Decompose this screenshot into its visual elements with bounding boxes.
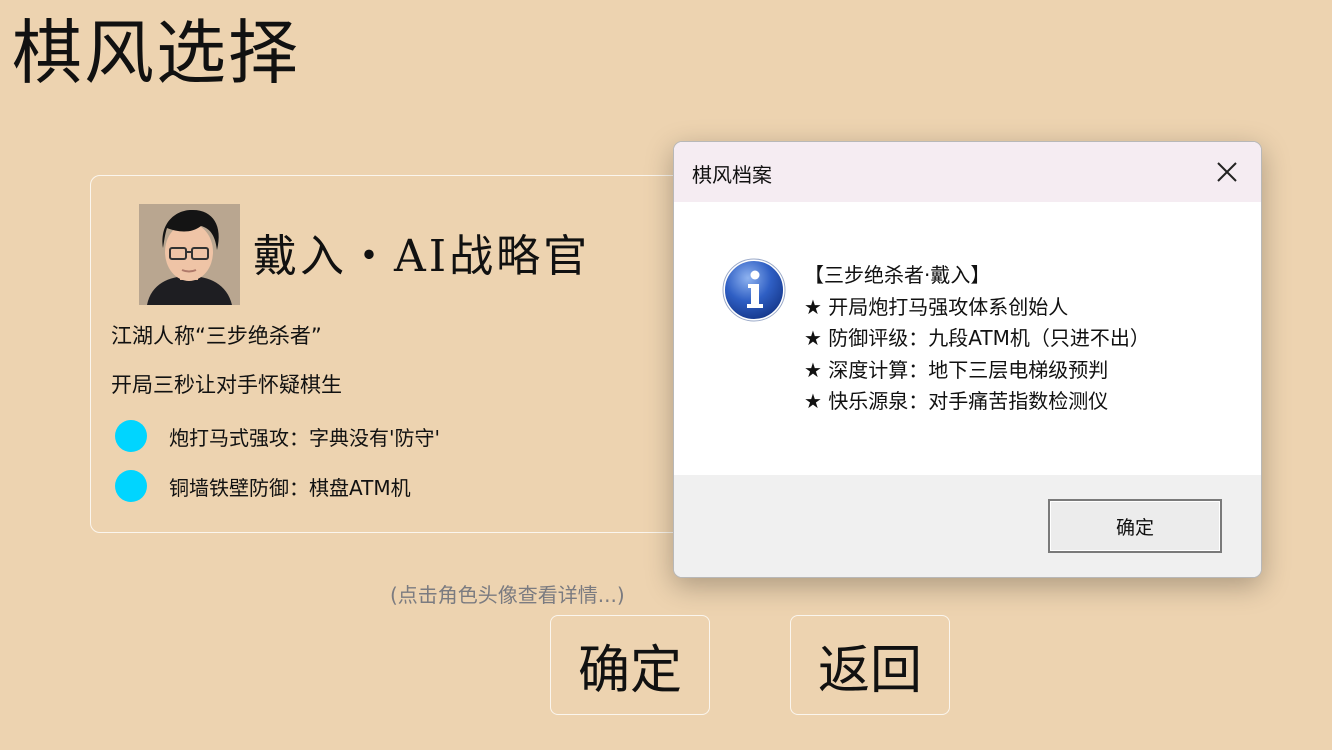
message-line: ★ 防御评级：九段ATM机（只进不出） (804, 326, 1150, 350)
trait-text: 炮打马式强攻：字典没有'防守' (169, 425, 440, 450)
bullet-dot-icon (115, 470, 147, 502)
message-line: ★ 开局炮打马强攻体系创始人 (804, 294, 1069, 319)
trait-item: 铜墙铁壁防御：棋盘ATM机 (115, 470, 411, 502)
bullet-dot-icon (115, 420, 147, 452)
avatar[interactable] (139, 204, 240, 305)
close-button[interactable] (1193, 142, 1261, 202)
message-line: 【三步绝杀者·戴入】 (804, 263, 991, 287)
close-icon (1217, 162, 1237, 182)
page-title: 棋风选择 (12, 12, 300, 94)
style-profile-dialog: 棋风档案 【三步绝杀者·戴入】 ★ 开局炮打马强攻体系创始人 ★ 防御评级：九段… (673, 141, 1262, 578)
message-line: ★ 快乐源泉：对手痛苦指数检测仪 (804, 389, 1109, 413)
character-name: 戴入・AI战略官 (253, 231, 591, 282)
dialog-title-bar: 棋风档案 (674, 142, 1261, 202)
dialog-ok-button[interactable]: 确定 (1048, 499, 1222, 553)
info-icon (722, 258, 786, 322)
dialog-footer: 确定 (674, 475, 1261, 577)
dialog-message: 【三步绝杀者·戴入】 ★ 开局炮打马强攻体系创始人 ★ 防御评级：九段ATM机（… (804, 260, 1150, 418)
character-nickname: 江湖人称“三步绝杀者” (111, 324, 322, 348)
character-tagline: 开局三秒让对手怀疑棋生 (111, 373, 342, 397)
confirm-button[interactable]: 确定 (550, 615, 710, 715)
back-button[interactable]: 返回 (790, 615, 950, 715)
dialog-title: 棋风档案 (692, 163, 772, 187)
avatar-portrait-icon (139, 204, 240, 305)
trait-text: 铜墙铁壁防御：棋盘ATM机 (169, 475, 411, 500)
message-line: ★ 深度计算：地下三层电梯级预判 (804, 357, 1109, 382)
trait-item: 炮打马式强攻：字典没有'防守' (115, 420, 440, 452)
hint-text: (点击角色头像查看详情...) (390, 583, 625, 607)
